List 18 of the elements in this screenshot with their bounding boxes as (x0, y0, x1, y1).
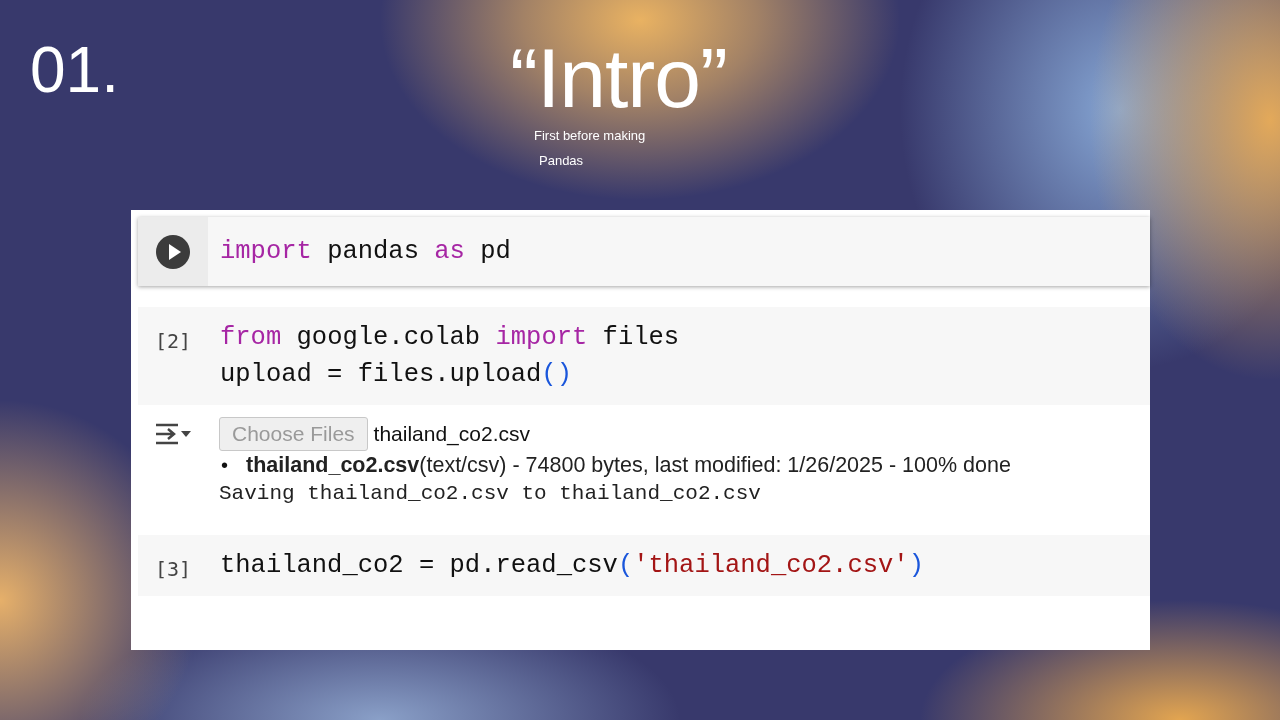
subtitle: Pandas (539, 153, 584, 168)
code-line: from google.colab import files (220, 323, 680, 352)
file-name: thailand_co2.csv (373, 422, 530, 446)
run-icon[interactable] (156, 234, 190, 269)
bullet: • (221, 454, 228, 477)
code-line: import pandas as pd (220, 237, 511, 266)
execution-count: [2] (154, 329, 192, 353)
code-cell[interactable]: import pandas as pd (138, 217, 1150, 286)
code-line: thailand_co2 = pd.read_csv('thailand_co2.csv') (220, 551, 924, 580)
code-cell[interactable]: [2] from google.colab import files upload = files.upload() (138, 307, 1150, 405)
code-line: upload = files.upload() (220, 360, 573, 389)
code-cell[interactable]: [3] thailand_co2 = pd.read_csv('thailand_co2.csv') (138, 535, 1150, 596)
output-text: Saving thailand_co2.csv to thailand_co2.csv (219, 482, 762, 505)
file-info: thailand_co2.csv(text/csv) - 74800 bytes, last modified: 1/26/2025 - 100% done (246, 453, 1011, 478)
slide-title: “Intro” (510, 36, 728, 120)
execution-count: [3] (154, 557, 192, 581)
subtitle: First before making (534, 128, 646, 143)
slide-number: 01. (30, 38, 120, 108)
